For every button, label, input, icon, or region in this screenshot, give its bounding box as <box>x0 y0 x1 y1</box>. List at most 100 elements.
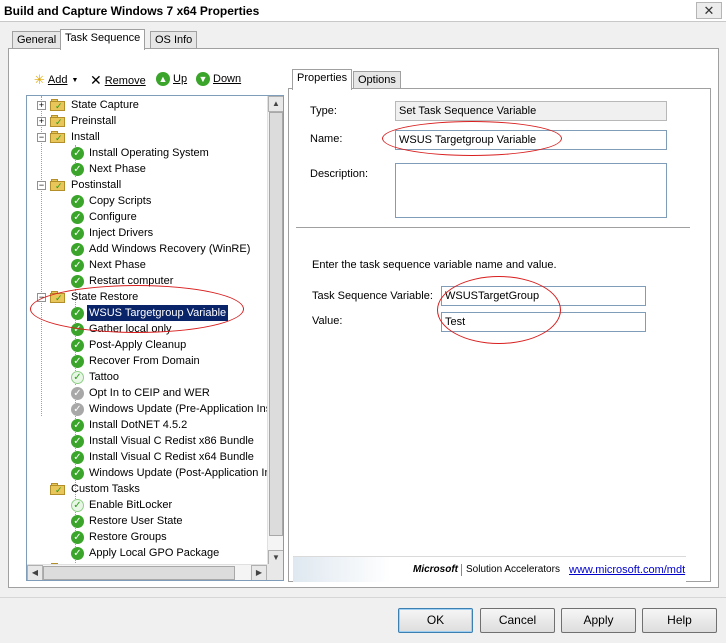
folder-icon: ✓ <box>50 99 66 111</box>
folder-icon: ✓ <box>50 291 66 303</box>
check-icon: ✓ <box>71 546 84 560</box>
mdt-link[interactable]: www.microsoft.com/mdt <box>569 564 685 576</box>
close-button[interactable]: ✕ <box>696 2 722 19</box>
tree-step[interactable]: ✓ Windows Update (Pre-Application Inst <box>71 401 267 417</box>
check-icon: ✓ <box>71 450 84 464</box>
scroll-up-icon[interactable]: ▲ <box>268 96 283 112</box>
check-icon: ✓ <box>71 226 84 240</box>
tab-properties[interactable]: Properties <box>292 69 353 90</box>
solution-accelerators-banner: Microsoft Solution Accelerators www.micr… <box>293 556 686 582</box>
cancel-button[interactable]: Cancel <box>480 608 555 633</box>
scroll-left-icon[interactable]: ◀ <box>27 565 43 580</box>
expand-icon[interactable]: + <box>37 100 46 110</box>
tree-step[interactable]: ✓ Restore User State <box>71 513 185 529</box>
check-icon: ✓ <box>71 530 84 544</box>
tree-step[interactable]: ✓ Install DotNET 4.5.2 <box>71 417 189 433</box>
section-divider <box>296 227 690 229</box>
tree-step[interactable]: ✓ Install Operating System <box>71 145 211 161</box>
tab-task-sequence[interactable]: Task Sequence <box>60 29 146 50</box>
apply-button[interactable]: Apply <box>561 608 636 633</box>
tree-step[interactable]: ✓ Install Visual C Redist x86 Bundle <box>71 433 256 449</box>
tree-step[interactable]: ✓ Post-Apply Cleanup <box>71 337 188 353</box>
tree-node-label: Configure <box>89 211 137 223</box>
tree-node-label: Opt In to CEIP and WER <box>89 387 210 399</box>
tree-node-label: Apply Local GPO Package <box>89 547 220 559</box>
up-button[interactable]: ▲ Up <box>156 72 187 86</box>
tree-node-label: Install Visual C Redist x86 Bundle <box>89 435 254 447</box>
folder-icon: ✓ <box>50 131 66 143</box>
tree-node-label: Preinstall <box>71 115 117 127</box>
description-field[interactable] <box>395 163 667 218</box>
tree-node-label: Windows Update (Pre-Application Inst <box>89 403 267 415</box>
tree-horizontal-thumb[interactable] <box>43 566 235 580</box>
tree-node-label: Install Visual C Redist x64 Bundle <box>89 451 254 463</box>
scroll-right-icon[interactable]: ▶ <box>251 565 267 580</box>
tree-group[interactable]: + ✓ Preinstall <box>37 113 118 129</box>
tree-node-label: Enable BitLocker <box>89 499 173 511</box>
collapse-icon[interactable]: − <box>37 132 46 142</box>
tree-node-label: Next Phase <box>89 163 146 175</box>
close-icon: ✕ <box>703 3 715 18</box>
tree-step[interactable]: ✓ Install Visual C Redist x64 Bundle <box>71 449 256 465</box>
name-label: Name: <box>310 133 343 145</box>
tree-vertical-thumb[interactable] <box>269 112 283 536</box>
tab-os-info-label: OS Info <box>155 34 193 46</box>
tree-step[interactable]: ✓ Gather local only <box>71 321 174 337</box>
tree-step[interactable]: ✓ Copy Scripts <box>71 193 153 209</box>
tree-step[interactable]: ✓ Apply Local GPO Package <box>71 545 221 561</box>
check-icon: ✓ <box>71 242 84 256</box>
type-field: Set Task Sequence Variable <box>395 101 667 121</box>
tree-vertical-scrollbar[interactable]: ▲ ▼ <box>267 96 283 566</box>
arrow-down-icon: ▼ <box>196 72 210 86</box>
tree-step[interactable]: ✓ Add Windows Recovery (WinRE) <box>71 241 252 257</box>
tree-node-label: Install <box>71 131 100 143</box>
task-sequence-tree[interactable]: + ✓ State Capture + ✓ Preinstall − ✓ Install ✓ Ins… <box>26 95 284 581</box>
tree-step[interactable]: ✓ Enable BitLocker <box>71 497 174 513</box>
ok-button[interactable]: OK <box>398 608 473 633</box>
folder-icon: ✓ <box>50 179 66 191</box>
expand-icon[interactable]: + <box>37 116 46 126</box>
footer-separator <box>0 597 726 598</box>
name-field[interactable]: WSUS Targetgroup Variable <box>395 130 667 150</box>
check-icon: ✓ <box>71 146 84 160</box>
tree-step[interactable]: ✓ Restart computer <box>71 273 175 289</box>
variable-field[interactable]: WSUSTargetGroup <box>441 286 646 306</box>
tree-step[interactable]: ✓ Next Phase <box>71 257 148 273</box>
add-button[interactable]: ✳ Add ▼ <box>34 72 78 88</box>
tree-node-label: Recover From Domain <box>89 355 200 367</box>
disabled-check-icon: ✓ <box>71 402 84 416</box>
tree-step[interactable]: ✓ Recover From Domain <box>71 353 202 369</box>
window-title: Build and Capture Windows 7 x64 Properti… <box>4 4 260 18</box>
tree-node-label: Add Windows Recovery (WinRE) <box>89 243 251 255</box>
scroll-corner <box>267 564 283 580</box>
value-field[interactable]: Test <box>441 312 646 332</box>
check-icon: ✓ <box>71 338 84 352</box>
check-icon: ✓ <box>71 274 84 288</box>
tree-group[interactable]: − ✓ State Restore <box>37 289 140 305</box>
tree-step[interactable]: ✓ Configure <box>71 209 139 225</box>
tree-group[interactable]: + ✓ State Capture <box>37 97 141 113</box>
tab-task-sequence-label: Task Sequence <box>65 32 141 44</box>
tree-horizontal-scrollbar[interactable]: ◀ ▶ <box>27 564 267 580</box>
tree-node-label: Install DotNET 4.5.2 <box>89 419 188 431</box>
tree-step[interactable]: ✓ Inject Drivers <box>71 225 155 241</box>
check-icon: ✓ <box>71 370 84 384</box>
tree-step[interactable]: ✓ Tattoo <box>71 369 121 385</box>
tree-step[interactable]: ✓ Restore Groups <box>71 529 169 545</box>
tree-group[interactable]: ✓ Custom Tasks <box>37 481 142 497</box>
tree-node-label: State Restore <box>71 291 139 303</box>
tree-step[interactable]: ✓ Next Phase <box>71 161 148 177</box>
add-label: Add <box>47 74 68 86</box>
collapse-icon[interactable]: − <box>37 292 46 302</box>
tree-group[interactable]: − ✓ Install <box>37 129 102 145</box>
down-button[interactable]: ▼ Down <box>196 72 241 86</box>
tree-group[interactable]: − ✓ Postinstall <box>37 177 123 193</box>
tree-node-label: Custom Tasks <box>71 483 140 495</box>
tree-node-label: Install Operating System <box>89 147 209 159</box>
help-button[interactable]: Help <box>642 608 717 633</box>
collapse-icon[interactable]: − <box>37 180 46 190</box>
tree-step[interactable]: ✓ WSUS Targetgroup Variable <box>71 304 230 322</box>
remove-button[interactable]: ✕ Remove <box>90 72 146 89</box>
tree-step[interactable]: ✓ Opt In to CEIP and WER <box>71 385 212 401</box>
tree-step[interactable]: ✓ Windows Update (Post-Application Ins <box>71 465 267 481</box>
